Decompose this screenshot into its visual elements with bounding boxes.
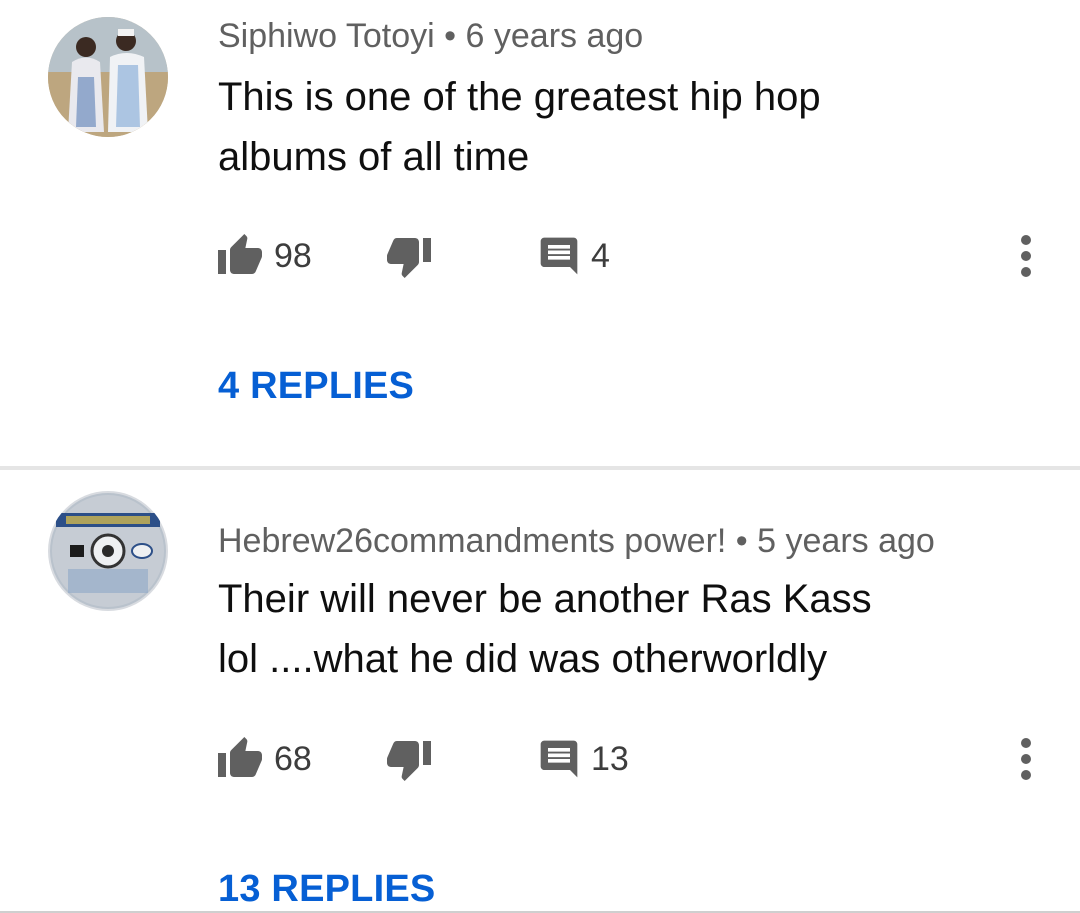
- comment-text-line: Their will never be another Ras Kass: [218, 577, 872, 621]
- like-button[interactable]: 98: [216, 226, 312, 286]
- thumbs-up-icon: [218, 234, 262, 274]
- meta-separator: •: [444, 17, 457, 55]
- comment-text: Their will never be another Ras Kass lol…: [218, 569, 978, 689]
- like-count: 68: [274, 739, 312, 778]
- comment-time[interactable]: 6 years ago: [466, 17, 644, 55]
- reply-button[interactable]: 13: [537, 729, 629, 789]
- comment-text-line: This is one of the greatest hip hop: [218, 75, 821, 119]
- thumbs-down-icon: [387, 238, 431, 278]
- view-replies-link[interactable]: 4 REPLIES: [218, 365, 414, 408]
- comment-thread: Hebrew26commandments power! • 5 years ag…: [0, 471, 1080, 913]
- view-replies-link[interactable]: 13 REPLIES: [218, 868, 435, 911]
- reply-count: 4: [591, 236, 610, 275]
- avatar-game-disc: [48, 491, 168, 611]
- comment-thread: Siphiwo Totoyi • 6 years ago This is one…: [0, 0, 1080, 468]
- comment-icon: [540, 740, 578, 778]
- thumbs-up-icon: [218, 737, 262, 777]
- comment-time[interactable]: 5 years ago: [757, 522, 935, 560]
- dislike-button[interactable]: [385, 226, 433, 286]
- more-vert-icon: [1021, 738, 1031, 780]
- more-vert-icon: [1021, 235, 1031, 277]
- comment-meta: Siphiwo Totoyi • 6 years ago: [218, 17, 643, 56]
- comment-text-line: albums of all time: [218, 135, 530, 179]
- avatar[interactable]: [48, 17, 168, 137]
- reply-button[interactable]: 4: [537, 226, 610, 286]
- comment-text-line: lol ....what he did was otherworldly: [218, 637, 828, 681]
- thread-divider: [0, 466, 1080, 470]
- comment-actions: 68 13: [0, 729, 1080, 789]
- dislike-button[interactable]: [385, 729, 433, 789]
- meta-separator: •: [735, 522, 748, 560]
- comment-text: This is one of the greatest hip hop albu…: [218, 67, 978, 187]
- author-name[interactable]: Hebrew26commandments power!: [218, 522, 726, 560]
- more-actions-button[interactable]: [1006, 729, 1046, 789]
- avatar-photo-couple: [48, 17, 168, 137]
- more-actions-button[interactable]: [1006, 226, 1046, 286]
- comment-actions: 98 4: [0, 226, 1080, 286]
- thumbs-down-icon: [387, 741, 431, 781]
- author-name[interactable]: Siphiwo Totoyi: [218, 17, 435, 55]
- like-button[interactable]: 68: [216, 729, 312, 789]
- reply-count: 13: [591, 739, 629, 778]
- comment-icon: [540, 237, 578, 275]
- avatar[interactable]: [48, 491, 168, 611]
- like-count: 98: [274, 236, 312, 275]
- comment-meta: Hebrew26commandments power! • 5 years ag…: [218, 522, 935, 561]
